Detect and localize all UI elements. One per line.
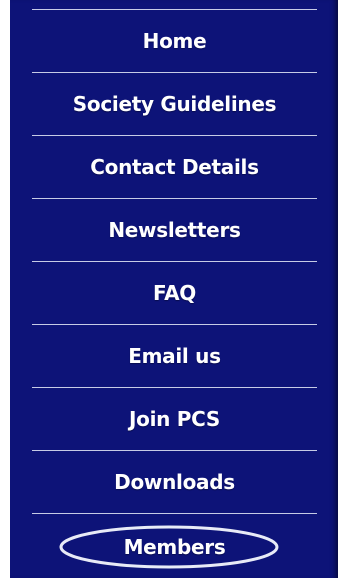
nav-item-newsletters[interactable]: Newsletters [32, 198, 317, 261]
nav-item-home[interactable]: Home [32, 9, 317, 72]
navigation-sidebar: Home Society Guidelines Contact Details … [10, 0, 338, 578]
nav-item-label: Downloads [114, 470, 235, 494]
nav-item-label: Society Guidelines [72, 92, 277, 116]
nav-item-label: Members [123, 534, 226, 559]
nav-item-join-pcs[interactable]: Join PCS [32, 387, 317, 450]
nav-item-label: Newsletters [108, 218, 241, 242]
nav-item-label: Home [142, 29, 207, 53]
nav-item-label: Email us [128, 344, 221, 368]
nav-item-label: Contact Details [90, 155, 259, 179]
nav-item-label: Join PCS [129, 407, 220, 431]
nav-item-email-us[interactable]: Email us [32, 324, 317, 387]
nav-menu: Home Society Guidelines Contact Details … [32, 9, 317, 578]
nav-item-downloads[interactable]: Downloads [32, 450, 317, 513]
nav-item-contact-details[interactable]: Contact Details [32, 135, 317, 198]
nav-item-members[interactable]: Members [32, 513, 317, 578]
nav-item-society-guidelines[interactable]: Society Guidelines [32, 72, 317, 135]
nav-item-faq[interactable]: FAQ [32, 261, 317, 324]
nav-item-label: FAQ [153, 281, 196, 305]
